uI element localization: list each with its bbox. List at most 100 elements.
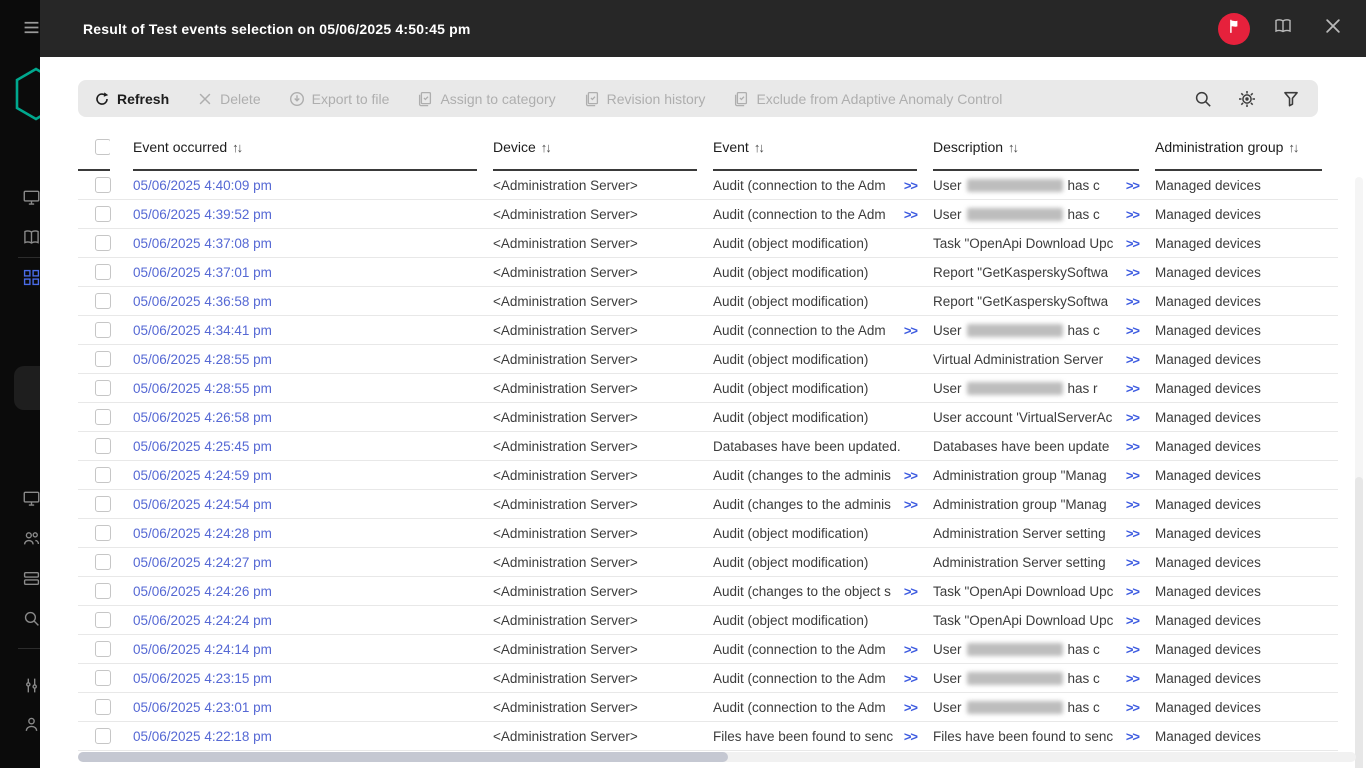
delete-button[interactable]: Delete (197, 91, 261, 107)
expand-description-link[interactable]: >> (1120, 323, 1140, 338)
expand-description-link[interactable]: >> (1120, 526, 1140, 541)
table-row[interactable]: 05/06/2025 4:28:55 pm <Administration Ser… (78, 374, 1338, 403)
row-checkbox[interactable] (95, 670, 111, 686)
sort-icon[interactable]: ↑↓ (1008, 140, 1019, 155)
event-time-link[interactable]: 05/06/2025 4:24:59 pm (133, 468, 272, 483)
servers-icon[interactable] (23, 570, 40, 587)
menu-icon[interactable] (23, 19, 40, 36)
table-row[interactable]: 05/06/2025 4:39:52 pm <Administration Ser… (78, 200, 1338, 229)
expand-event-link[interactable]: >> (898, 642, 918, 657)
sort-icon[interactable]: ↑↓ (541, 140, 552, 155)
expand-description-link[interactable]: >> (1120, 555, 1140, 570)
sort-icon[interactable]: ↑↓ (1288, 140, 1299, 155)
table-row[interactable]: 05/06/2025 4:23:15 pm <Administration Ser… (78, 664, 1338, 693)
expand-description-link[interactable]: >> (1120, 236, 1140, 251)
event-time-link[interactable]: 05/06/2025 4:34:41 pm (133, 323, 272, 338)
settings-button[interactable] (1238, 90, 1256, 108)
table-row[interactable]: 05/06/2025 4:37:01 pm <Administration Ser… (78, 258, 1338, 287)
assign-to-category-button[interactable]: Assign to category (417, 91, 556, 107)
expand-description-link[interactable]: >> (1120, 294, 1140, 309)
row-checkbox[interactable] (95, 699, 111, 715)
sidebar-active-item[interactable] (14, 366, 40, 410)
revision-history-button[interactable]: Revision history (584, 91, 705, 107)
grid-apps-icon[interactable] (23, 269, 40, 286)
column-header-event-occurred[interactable]: Event occurred ↑↓ (133, 117, 477, 171)
event-time-link[interactable]: 05/06/2025 4:40:09 pm (133, 178, 272, 193)
event-time-link[interactable]: 05/06/2025 4:24:24 pm (133, 613, 272, 628)
book-icon[interactable] (23, 229, 40, 246)
event-time-link[interactable]: 05/06/2025 4:24:14 pm (133, 642, 272, 657)
search-button[interactable] (1194, 90, 1212, 108)
event-time-link[interactable]: 05/06/2025 4:22:18 pm (133, 729, 272, 744)
expand-description-link[interactable]: >> (1120, 468, 1140, 483)
table-row[interactable]: 05/06/2025 4:24:27 pm <Administration Ser… (78, 548, 1338, 577)
expand-event-link[interactable]: >> (898, 700, 918, 715)
event-time-link[interactable]: 05/06/2025 4:26:58 pm (133, 410, 272, 425)
row-checkbox[interactable] (95, 467, 111, 483)
refresh-button[interactable]: Refresh (94, 91, 169, 107)
event-time-link[interactable]: 05/06/2025 4:25:45 pm (133, 439, 272, 454)
expand-description-link[interactable]: >> (1120, 410, 1140, 425)
event-time-link[interactable]: 05/06/2025 4:37:01 pm (133, 265, 272, 280)
user-account-icon[interactable] (23, 716, 40, 733)
close-button[interactable] (1316, 12, 1350, 46)
expand-event-link[interactable]: >> (898, 584, 918, 599)
table-row[interactable]: 05/06/2025 4:25:45 pm <Administration Ser… (78, 432, 1338, 461)
expand-description-link[interactable]: >> (1120, 439, 1140, 454)
expand-description-link[interactable]: >> (1120, 642, 1140, 657)
column-header-device[interactable]: Device ↑↓ (493, 117, 697, 171)
dashboard-monitor-icon[interactable] (23, 189, 40, 206)
expand-description-link[interactable]: >> (1120, 729, 1140, 744)
expand-event-link[interactable]: >> (898, 497, 918, 512)
table-row[interactable]: 05/06/2025 4:34:41 pm <Administration Ser… (78, 316, 1338, 345)
expand-event-link[interactable]: >> (898, 178, 918, 193)
table-row[interactable]: 05/06/2025 4:24:54 pm <Administration Ser… (78, 490, 1338, 519)
expand-description-link[interactable]: >> (1120, 352, 1140, 367)
table-row[interactable]: 05/06/2025 4:40:09 pm <Administration Ser… (78, 171, 1338, 200)
search-icon[interactable] (23, 610, 40, 627)
row-checkbox[interactable] (95, 293, 111, 309)
row-checkbox[interactable] (95, 206, 111, 222)
row-checkbox[interactable] (95, 583, 111, 599)
event-time-link[interactable]: 05/06/2025 4:23:15 pm (133, 671, 272, 686)
table-row[interactable]: 05/06/2025 4:24:14 pm <Administration Ser… (78, 635, 1338, 664)
sort-icon[interactable]: ↑↓ (232, 140, 243, 155)
event-time-link[interactable]: 05/06/2025 4:24:28 pm (133, 526, 272, 541)
expand-description-link[interactable]: >> (1120, 671, 1140, 686)
row-checkbox[interactable] (95, 496, 111, 512)
row-checkbox[interactable] (95, 612, 111, 628)
expand-description-link[interactable]: >> (1120, 613, 1140, 628)
monitoring-icon[interactable] (23, 490, 40, 507)
users-icon[interactable] (23, 530, 40, 547)
event-time-link[interactable]: 05/06/2025 4:24:26 pm (133, 584, 272, 599)
expand-description-link[interactable]: >> (1120, 207, 1140, 222)
event-time-link[interactable]: 05/06/2025 4:36:58 pm (133, 294, 272, 309)
expand-event-link[interactable]: >> (898, 468, 918, 483)
expand-event-link[interactable]: >> (898, 729, 918, 744)
table-row[interactable]: 05/06/2025 4:23:01 pm <Administration Ser… (78, 693, 1338, 722)
help-book-button[interactable] (1266, 12, 1300, 46)
table-row[interactable]: 05/06/2025 4:26:58 pm <Administration Ser… (78, 403, 1338, 432)
expand-description-link[interactable]: >> (1120, 497, 1140, 512)
event-time-link[interactable]: 05/06/2025 4:28:55 pm (133, 352, 272, 367)
event-time-link[interactable]: 05/06/2025 4:28:55 pm (133, 381, 272, 396)
exclude-aac-button[interactable]: Exclude from Adaptive Anomaly Control (733, 91, 1002, 107)
table-row[interactable]: 05/06/2025 4:24:26 pm <Administration Ser… (78, 577, 1338, 606)
event-time-link[interactable]: 05/06/2025 4:37:08 pm (133, 236, 272, 251)
sort-icon[interactable]: ↑↓ (754, 140, 765, 155)
row-checkbox[interactable] (95, 322, 111, 338)
expand-description-link[interactable]: >> (1120, 584, 1140, 599)
select-all-checkbox[interactable] (95, 139, 110, 155)
table-row[interactable]: 05/06/2025 4:37:08 pm <Administration Ser… (78, 229, 1338, 258)
table-row[interactable]: 05/06/2025 4:24:24 pm <Administration Ser… (78, 606, 1338, 635)
expand-description-link[interactable]: >> (1120, 265, 1140, 280)
event-time-link[interactable]: 05/06/2025 4:24:54 pm (133, 497, 272, 512)
table-row[interactable]: 05/06/2025 4:22:18 pm <Administration Ser… (78, 722, 1338, 751)
row-checkbox[interactable] (95, 554, 111, 570)
row-checkbox[interactable] (95, 641, 111, 657)
horizontal-scrollbar-thumb[interactable] (78, 752, 728, 762)
row-checkbox[interactable] (95, 264, 111, 280)
row-checkbox[interactable] (95, 235, 111, 251)
row-checkbox[interactable] (95, 409, 111, 425)
horizontal-scrollbar[interactable] (78, 752, 1356, 762)
